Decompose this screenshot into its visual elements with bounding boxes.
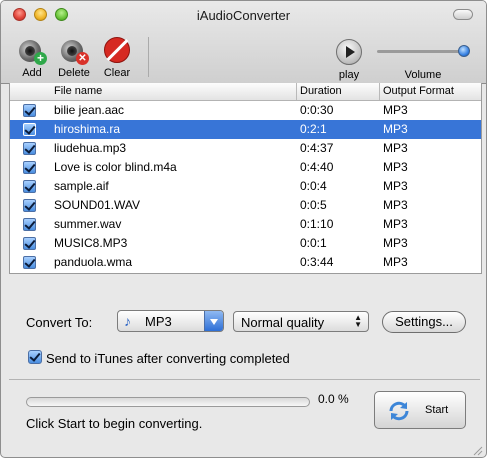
row-checkbox[interactable] (23, 237, 36, 250)
file-name-cell: hiroshima.ra (54, 122, 121, 136)
file-table: File name Duration Output Format bilie j… (9, 83, 482, 274)
file-name-cell: MUSIC8.MP3 (54, 236, 128, 250)
toolbar: iAudioConverter + Add ✕ Delete Clear pla… (1, 1, 486, 84)
file-name-cell: bilie jean.aac (54, 103, 125, 117)
row-checkbox[interactable] (23, 218, 36, 231)
file-name-cell: SOUND01.WAV (54, 198, 141, 212)
output-format-cell: MP3 (383, 160, 408, 174)
file-name-cell: panduola.wma (54, 255, 133, 269)
app-window: iAudioConverter + Add ✕ Delete Clear pla… (0, 0, 487, 458)
output-format-cell: MP3 (383, 255, 408, 269)
table-row[interactable]: MUSIC8.MP3 0:0:1 MP3 (10, 234, 481, 253)
duration-cell: 0:1:10 (300, 217, 334, 231)
file-name-cell: Love is color blind.m4a (54, 160, 177, 174)
settings-button[interactable]: Settings... (382, 311, 466, 333)
file-name-cell: sample.aif (54, 179, 109, 193)
file-name-cell: summer.wav (54, 217, 122, 231)
add-button-label: Add (22, 67, 42, 79)
convert-arrows-icon (389, 401, 409, 421)
play-label: play (338, 69, 360, 81)
clear-button[interactable]: Clear (95, 35, 139, 79)
convert-panel: Convert To: ♪ MP3 Normal quality ▲ ▼ Sett… (1, 291, 486, 457)
table-row[interactable]: Love is color blind.m4a 0:4:40 MP3 (10, 158, 481, 177)
table-row[interactable]: bilie jean.aac 0:0:30 MP3 (10, 101, 481, 120)
output-format-cell: MP3 (383, 141, 408, 155)
add-button[interactable]: + Add (10, 35, 54, 79)
output-format-cell: MP3 (383, 103, 408, 117)
output-format-select[interactable]: ♪ MP3 (117, 310, 224, 332)
send-to-itunes-label: Send to iTunes after converting complete… (46, 351, 290, 366)
duration-cell: 0:4:37 (300, 141, 334, 155)
output-format-cell: MP3 (383, 217, 408, 231)
table-row[interactable]: panduola.wma 0:3:44 MP3 (10, 253, 481, 272)
quality-select[interactable]: Normal quality ▲ ▼ (233, 311, 369, 332)
row-checkbox[interactable] (23, 161, 36, 174)
output-format-value: MP3 (145, 314, 172, 329)
chevron-down-icon (204, 311, 223, 331)
row-checkbox[interactable] (23, 256, 36, 269)
volume-label: Volume (404, 69, 442, 81)
start-button[interactable]: Start (374, 391, 466, 429)
row-checkbox[interactable] (23, 104, 36, 117)
output-format-cell: MP3 (383, 122, 408, 136)
column-header-file-name[interactable]: File name (54, 85, 102, 97)
volume-slider[interactable] (377, 50, 465, 53)
table-row[interactable]: SOUND01.WAV 0:0:5 MP3 (10, 196, 481, 215)
play-button[interactable] (336, 39, 362, 65)
toolbar-separator (148, 37, 149, 77)
output-format-cell: MP3 (383, 198, 408, 212)
row-checkbox[interactable] (23, 180, 36, 193)
add-speaker-icon: + (17, 35, 47, 65)
column-header-output-format[interactable]: Output Format (383, 85, 454, 97)
start-button-label: Start (425, 404, 449, 416)
convert-to-label: Convert To: (26, 315, 93, 330)
delete-speaker-icon: ✕ (59, 35, 89, 65)
output-format-cell: MP3 (383, 179, 408, 193)
duration-cell: 0:0:5 (300, 198, 327, 212)
status-text: Click Start to begin converting. (26, 416, 203, 431)
duration-cell: 0:4:40 (300, 160, 334, 174)
output-format-cell: MP3 (383, 236, 408, 250)
clear-button-label: Clear (103, 67, 131, 79)
send-to-itunes-checkbox[interactable] (28, 350, 42, 364)
quality-value: Normal quality (241, 315, 325, 330)
table-header: File name Duration Output Format (10, 83, 481, 101)
table-row[interactable]: sample.aif 0:0:4 MP3 (10, 177, 481, 196)
progress-percent: 0.0 % (318, 392, 349, 406)
table-row[interactable]: liudehua.mp3 0:4:37 MP3 (10, 139, 481, 158)
row-checkbox[interactable] (23, 199, 36, 212)
table-row[interactable]: summer.wav 0:1:10 MP3 (10, 215, 481, 234)
delete-button-label: Delete (58, 67, 90, 79)
table-body: bilie jean.aac 0:0:30 MP3 hiroshima.ra 0:2:1… (10, 101, 481, 272)
delete-button[interactable]: ✕ Delete (52, 35, 96, 79)
progress-bar (26, 397, 310, 407)
duration-cell: 0:0:30 (300, 103, 334, 117)
table-row[interactable]: hiroshima.ra 0:2:1 MP3 (10, 120, 481, 139)
column-header-duration[interactable]: Duration (300, 85, 342, 97)
divider (9, 379, 480, 380)
duration-cell: 0:0:4 (300, 179, 327, 193)
file-name-cell: liudehua.mp3 (54, 141, 127, 155)
toolbar-toggle-button[interactable] (453, 9, 473, 20)
volume-slider-knob[interactable] (458, 45, 470, 57)
duration-cell: 0:3:44 (300, 255, 334, 269)
music-note-icon: ♪ (124, 313, 131, 329)
window-title: iAudioConverter (196, 8, 291, 23)
clear-icon (102, 35, 132, 65)
row-checkbox[interactable] (23, 123, 36, 136)
duration-cell: 0:0:1 (300, 236, 327, 250)
duration-cell: 0:2:1 (300, 122, 327, 136)
resize-grip-icon[interactable] (471, 444, 483, 456)
row-checkbox[interactable] (23, 142, 36, 155)
updown-arrows-icon: ▲ ▼ (354, 313, 362, 329)
